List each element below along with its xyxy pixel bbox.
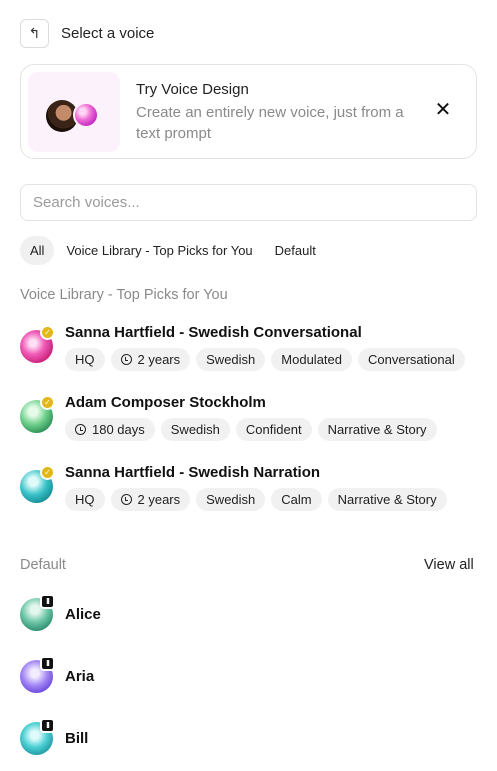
voice-tag: HQ	[65, 488, 105, 511]
voice-design-subtitle: Create an entirely new voice, just from …	[136, 104, 404, 142]
voice-name: Aria	[65, 668, 95, 685]
view-all-link[interactable]: View all	[424, 557, 474, 573]
section-heading-library: Voice Library - Top Picks for You	[20, 287, 228, 303]
pause-icon[interactable]: II	[40, 594, 55, 609]
verified-check-icon: ✓	[40, 325, 55, 340]
voice-tag: Modulated	[271, 348, 352, 371]
voice-tag: Calm	[271, 488, 322, 511]
voice-tag: HQ	[65, 348, 105, 371]
voice-tag: Conversational	[358, 348, 465, 371]
voice-tag: Swedish	[196, 488, 266, 511]
voice-row[interactable]: ✓ Adam Composer Stockholm 180 days Swedi…	[20, 392, 477, 442]
voice-row[interactable]: ✓ Sanna Hartfield - Swedish Conversation…	[20, 322, 477, 372]
voice-name: Bill	[65, 730, 89, 747]
voice-tag: Swedish	[160, 418, 230, 441]
voice-tag: Narrative & Story	[327, 488, 447, 511]
page-title: Select a voice	[61, 25, 155, 42]
voice-design-thumbnail	[28, 72, 120, 152]
voice-tags: HQ 2 years Swedish Calm Narrative & Stor…	[65, 488, 453, 511]
verified-check-icon: ✓	[40, 465, 55, 480]
header: ↰ Select a voice	[20, 19, 154, 48]
voice-tags: 180 days Swedish Confident Narrative & S…	[65, 418, 443, 441]
voice-row[interactable]: II Bill	[20, 718, 477, 758]
voice-name: Sanna Hartfield - Swedish Conversational	[65, 324, 362, 341]
voice-tag: 180 days	[65, 418, 155, 441]
voice-orb-icon	[73, 102, 99, 128]
voice-name: Adam Composer Stockholm	[65, 394, 266, 411]
filter-default[interactable]: Default	[265, 236, 326, 265]
voice-row[interactable]: II Aria	[20, 656, 477, 696]
voice-design-card[interactable]: Try Voice Design Create an entirely new …	[20, 64, 477, 159]
clock-icon	[75, 424, 86, 435]
voice-tag: Swedish	[196, 348, 266, 371]
voice-tag: Narrative & Story	[317, 418, 437, 441]
section-heading-default: Default	[20, 557, 66, 573]
filter-voice-library[interactable]: Voice Library - Top Picks for You	[56, 236, 262, 265]
clock-icon	[120, 494, 132, 505]
clock-icon	[120, 354, 132, 365]
voice-row[interactable]: ✓ Sanna Hartfield - Swedish Narration HQ…	[20, 462, 477, 512]
close-icon[interactable]: ✕	[433, 99, 453, 121]
back-button[interactable]: ↰	[20, 19, 49, 48]
voice-tag: 2 years	[110, 488, 191, 511]
search-input[interactable]	[20, 184, 477, 221]
voice-row[interactable]: II Alice	[20, 594, 477, 634]
pause-icon[interactable]: II	[40, 656, 55, 671]
filter-chips: All Voice Library - Top Picks for You De…	[20, 236, 328, 265]
undo-arrow-icon: ↰	[28, 25, 41, 41]
voice-tag: Confident	[235, 418, 312, 441]
pause-icon[interactable]: II	[40, 718, 55, 733]
voice-tag: 2 years	[110, 348, 191, 371]
voice-name: Sanna Hartfield - Swedish Narration	[65, 464, 321, 481]
voice-design-title: Try Voice Design	[136, 81, 249, 98]
verified-check-icon: ✓	[40, 395, 55, 410]
filter-all[interactable]: All	[20, 236, 55, 265]
voice-tags: HQ 2 years Swedish Modulated Conversatio…	[65, 348, 471, 371]
voice-name: Alice	[65, 606, 101, 623]
